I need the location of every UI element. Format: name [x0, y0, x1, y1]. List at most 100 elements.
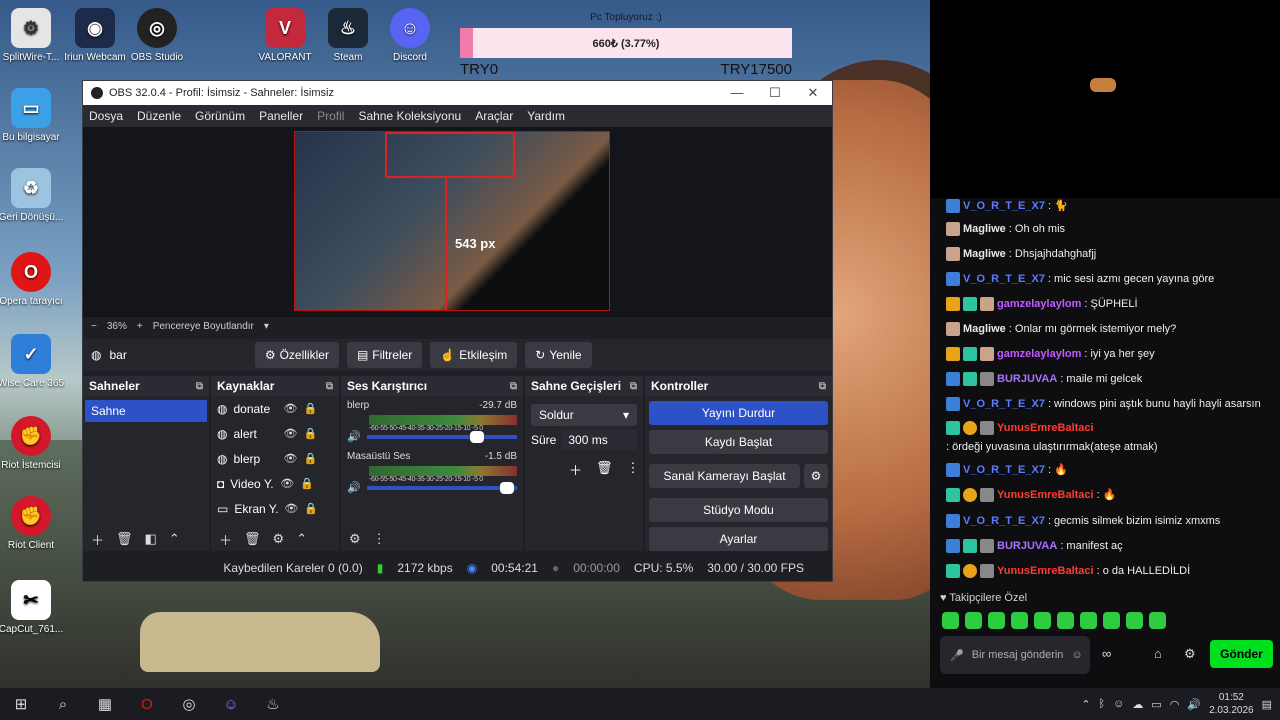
- menu-araclar[interactable]: Araçlar: [475, 109, 513, 123]
- chat-user[interactable]: BURJUVAA: [997, 538, 1057, 554]
- remove-source-icon[interactable]: 🗑: [244, 531, 261, 547]
- onedrive-icon[interactable]: ☁: [1132, 698, 1143, 711]
- obs-titlebar[interactable]: OBS 32.0.4 - Profil: İsimsiz - Sahneler:…: [83, 81, 832, 105]
- chat-user[interactable]: V_O_R_T_E_X7: [963, 396, 1045, 412]
- speaker-icon[interactable]: 🔊: [347, 430, 361, 443]
- remove-transition-icon[interactable]: 🗑: [596, 460, 613, 479]
- menu-profil[interactable]: Profil: [317, 109, 344, 123]
- start-recording-button[interactable]: Kaydı Başlat: [649, 430, 828, 454]
- store-icon[interactable]: ⌂: [1154, 646, 1162, 661]
- chat-input[interactable]: 🎤 Bir mesaj gönderin ☺: [940, 636, 1090, 674]
- properties-button[interactable]: ⚙ Özellikler: [254, 342, 339, 368]
- emote-icon[interactable]: [1057, 612, 1074, 629]
- add-scene-icon[interactable]: ＋: [91, 530, 104, 549]
- gear-icon[interactable]: ⚙: [1184, 646, 1196, 662]
- obs-window[interactable]: OBS 32.0.4 - Profil: İsimsiz - Sahneler:…: [82, 80, 833, 582]
- emoji-icon[interactable]: ☺: [1071, 649, 1082, 661]
- chat-user[interactable]: V_O_R_T_E_X7: [963, 271, 1045, 287]
- scene-filters-icon[interactable]: ◧: [145, 531, 157, 547]
- desktop-icon-recycle-bin[interactable]: ♻ Geri Dönüşü...: [0, 168, 68, 223]
- lock-icon[interactable]: 🔒: [303, 402, 317, 415]
- stop-streaming-button[interactable]: Yayını Durdur: [649, 401, 828, 425]
- discord-icon[interactable]: ☺: [210, 688, 252, 720]
- lock-icon[interactable]: 🔒: [303, 427, 317, 440]
- desktop-icon-riot-istemcisi[interactable]: ✊ Riot İstemcisi: [0, 416, 68, 471]
- add-transition-icon[interactable]: ＋: [569, 460, 582, 479]
- menu-sahne-koleksiyonu[interactable]: Sahne Koleksiyonu: [358, 109, 461, 123]
- emote-icon[interactable]: [965, 612, 982, 629]
- volume-icon[interactable]: 🔊: [1187, 698, 1201, 711]
- source-item[interactable]: ▭ Ekran Y... 👁 🔒: [211, 496, 339, 521]
- source-settings-icon[interactable]: ⚙: [273, 531, 285, 547]
- interact-button[interactable]: ☝ Etkileşim: [430, 342, 518, 368]
- chat-user[interactable]: gamzelaylaylom: [997, 296, 1081, 312]
- source-item[interactable]: ◍ donate 👁 🔒: [211, 396, 339, 421]
- source-item[interactable]: ◍ alert 👁 🔒: [211, 421, 339, 446]
- desktop-icon-capcut[interactable]: ✂ CapCut_761...: [0, 580, 68, 635]
- maximize-button[interactable]: ☐: [756, 85, 794, 101]
- volume-slider[interactable]: [366, 430, 517, 443]
- menu-dosya[interactable]: Dosya: [89, 109, 123, 123]
- chat-user[interactable]: Magliwe: [963, 321, 1006, 337]
- steam-icon[interactable]: ♨: [252, 688, 294, 720]
- emote-icon[interactable]: [988, 612, 1005, 629]
- search-icon[interactable]: ⌕: [42, 688, 84, 720]
- dock-float-icon[interactable]: ⧉: [510, 381, 517, 392]
- emote-icon[interactable]: [1103, 612, 1120, 629]
- remove-scene-icon[interactable]: 🗑: [116, 531, 133, 547]
- menu-yardim[interactable]: Yardım: [527, 109, 565, 123]
- file-explorer-icon[interactable]: ▦: [84, 688, 126, 720]
- mixer-settings-icon[interactable]: ⚙: [349, 531, 361, 547]
- chat-user[interactable]: V_O_R_T_E_X7: [963, 198, 1045, 214]
- preview-area[interactable]: 543 px: [83, 127, 832, 317]
- desktop-icon-this-pc[interactable]: ▭ Bu bilgisayar: [0, 88, 68, 143]
- emote-icon[interactable]: [1149, 612, 1166, 629]
- program-preview[interactable]: 543 px: [294, 131, 610, 311]
- studio-mode-button[interactable]: Stüdyo Modu: [649, 498, 828, 522]
- volume-slider-handle[interactable]: [499, 481, 514, 494]
- add-source-icon[interactable]: ＋: [219, 530, 232, 549]
- dock-float-icon[interactable]: ⧉: [819, 381, 826, 392]
- send-button[interactable]: Gönder: [1210, 640, 1273, 668]
- emote-icon[interactable]: [942, 612, 959, 629]
- chat-user[interactable]: YunusEmreBaltaci: [997, 420, 1094, 436]
- menu-duzenle[interactable]: Düzenle: [137, 109, 181, 123]
- desktop-icon-opera[interactable]: O Opera tarayıcı: [0, 252, 68, 307]
- opera-icon[interactable]: O: [126, 688, 168, 720]
- speaker-icon[interactable]: 🔊: [347, 481, 361, 494]
- emote-icon[interactable]: [1126, 612, 1143, 629]
- discord-icon[interactable]: ☺: [1113, 698, 1124, 710]
- dock-float-icon[interactable]: ⧉: [630, 381, 637, 392]
- chevron-down-icon[interactable]: ▾: [264, 321, 269, 332]
- duration-input[interactable]: 300 ms: [562, 430, 637, 450]
- clock[interactable]: 01:52 2.03.2026: [1209, 691, 1254, 717]
- desktop-icon-wisecare[interactable]: ✓ Wise Care 365: [0, 334, 68, 389]
- battery-icon[interactable]: ▭: [1151, 698, 1161, 711]
- chat-user[interactable]: Magliwe: [963, 246, 1006, 262]
- desktop-icon-discord[interactable]: ☺ Discord: [373, 8, 447, 63]
- eye-icon[interactable]: 👁: [283, 402, 297, 415]
- filters-button[interactable]: ▤ Filtreler: [346, 342, 423, 368]
- chat-user[interactable]: V_O_R_T_E_X7: [963, 513, 1045, 529]
- emote-icon[interactable]: [1080, 612, 1097, 629]
- settings-button[interactable]: Ayarlar: [649, 527, 828, 551]
- move-up-icon[interactable]: ⌃: [169, 531, 180, 547]
- zoom-in-button[interactable]: +: [137, 321, 143, 332]
- transition-select[interactable]: Soldur ▾: [531, 404, 637, 426]
- more-options-icon[interactable]: ⋮: [373, 531, 386, 547]
- refresh-button[interactable]: ↻ Yenile: [525, 342, 592, 368]
- chat-user[interactable]: YunusEmreBaltaci: [997, 487, 1094, 503]
- minimize-button[interactable]: —: [718, 85, 756, 101]
- wifi-icon[interactable]: ◠: [1170, 698, 1180, 711]
- source-item[interactable]: ◘ Video Y... 👁 🔒: [211, 471, 339, 496]
- desktop-icon-riot-client[interactable]: ✊ Riot Client: [0, 496, 68, 551]
- menu-gorunum[interactable]: Görünüm: [195, 109, 245, 123]
- chat-user[interactable]: V_O_R_T_E_X7: [963, 462, 1045, 478]
- eye-icon[interactable]: 👁: [283, 452, 297, 465]
- emote-icon[interactable]: [1034, 612, 1051, 629]
- dock-float-icon[interactable]: ⧉: [326, 381, 333, 392]
- start-virtual-camera-button[interactable]: Sanal Kamerayı Başlat: [649, 464, 800, 488]
- volume-slider[interactable]: [366, 481, 517, 494]
- microphone-icon[interactable]: 🎤: [950, 649, 964, 662]
- menu-paneller[interactable]: Paneller: [259, 109, 303, 123]
